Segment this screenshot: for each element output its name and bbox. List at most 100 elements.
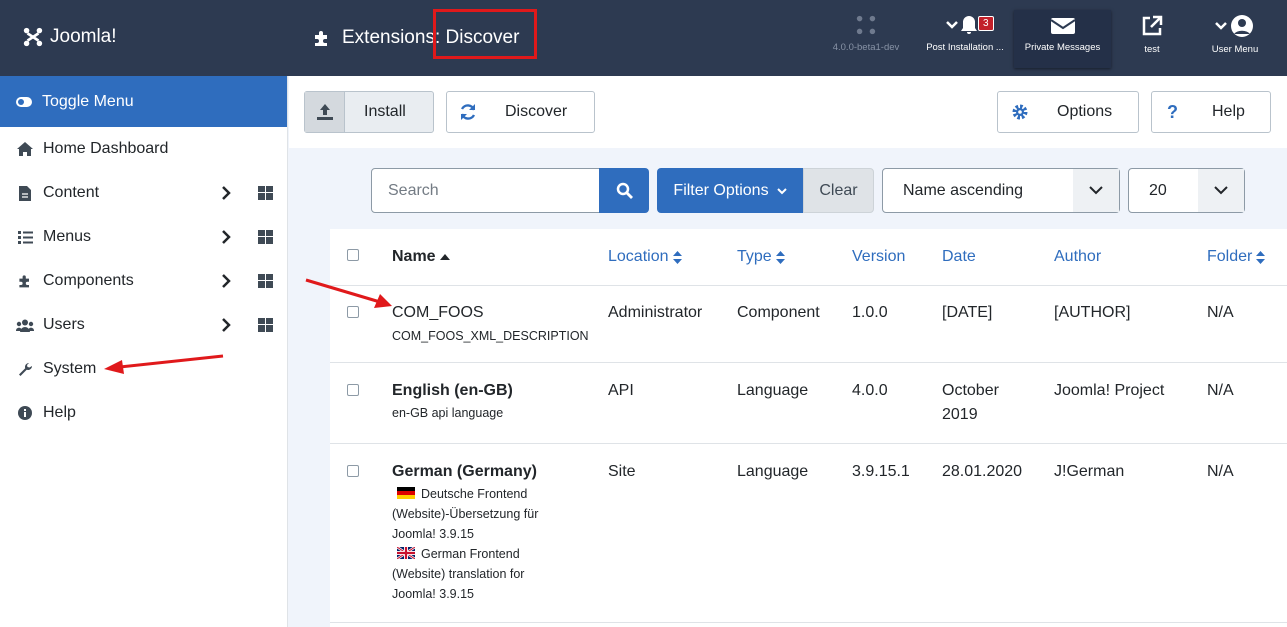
extension-type: Language [737, 382, 809, 399]
chevron-right-icon[interactable] [220, 229, 232, 245]
extension-version: 1.0.0 [852, 304, 888, 321]
extension-description: COM_FOOS_XML_DESCRIPTION [392, 329, 589, 343]
column-header-name[interactable]: Name [392, 248, 450, 266]
post-installation-button[interactable]: 3 Post Installation ... [921, 14, 1009, 53]
column-version-label: Version [852, 248, 906, 265]
extension-version: 3.9.15.1 [852, 463, 910, 480]
options-label: Options [1057, 103, 1113, 120]
search-button[interactable] [599, 168, 649, 213]
search-input[interactable] [371, 168, 600, 213]
sidebar-item-label: Help [43, 404, 76, 421]
chevron-right-icon[interactable] [220, 185, 232, 201]
private-messages-label: Private Messages [1024, 42, 1101, 53]
filter-options-button[interactable]: Filter Options [657, 168, 803, 213]
extension-version: 4.0.0 [852, 382, 888, 399]
sidebar-item-help[interactable]: Help [0, 391, 287, 435]
joomla-logo-icon [23, 27, 43, 47]
extension-date: [DATE] [942, 304, 993, 321]
extension-name: German (Germany) [392, 463, 537, 480]
uk-flag-icon [397, 547, 415, 559]
extension-location: Site [608, 463, 636, 480]
desc-en-line3: Joomla! 3.9.15 [392, 587, 474, 601]
sidebar-item-content[interactable]: Content [0, 171, 287, 215]
site-link-button[interactable]: test [1130, 14, 1174, 55]
column-header-type[interactable]: Type [737, 248, 785, 266]
chevron-down-icon [776, 187, 787, 194]
select-all-checkbox[interactable] [347, 249, 359, 261]
joomla-small-icon [856, 15, 876, 35]
clear-button[interactable]: Clear [803, 168, 874, 213]
extension-name: English (en-GB) [392, 382, 513, 399]
extension-type: Component [737, 304, 820, 321]
extension-name: COM_FOOS [392, 304, 484, 321]
extension-location: API [608, 382, 634, 399]
chevron-down-icon [1198, 169, 1244, 212]
toggle-menu-label: Toggle Menu [42, 92, 134, 110]
joomla-logo[interactable]: Joomla! [22, 26, 117, 48]
install-button[interactable]: Install [304, 91, 434, 133]
options-button[interactable]: Options [997, 91, 1139, 133]
user-menu-button[interactable]: User Menu [1200, 14, 1270, 55]
extension-author: Joomla! Project [1054, 382, 1165, 399]
list-limit-select[interactable]: 20 [1128, 168, 1245, 213]
sort-icon [775, 250, 785, 264]
dashboard-grid-icon[interactable] [258, 186, 273, 200]
row-checkbox[interactable] [347, 306, 359, 318]
sidebar-item-menus[interactable]: Menus [0, 215, 287, 259]
ordering-select[interactable]: Name ascending [882, 168, 1120, 213]
dashboard-grid-icon[interactable] [258, 274, 273, 288]
toolbar: Install Discover Options ? Help [289, 76, 1287, 148]
sidebar-item-label: Users [43, 316, 85, 333]
column-header-date[interactable]: Date [942, 248, 976, 266]
desc-de-line2: (Website)-Übersetzung für [392, 507, 539, 521]
puzzle-icon [315, 31, 327, 46]
file-icon [16, 185, 34, 201]
version-label: 4.0.0-beta1-dev [832, 42, 900, 53]
sort-asc-icon [439, 254, 450, 260]
column-header-folder[interactable]: Folder [1207, 248, 1266, 266]
help-button[interactable]: ? Help [1151, 91, 1271, 133]
column-header-author[interactable]: Author [1054, 248, 1101, 266]
upload-icon [305, 92, 345, 132]
extension-folder: N/A [1207, 382, 1234, 399]
gear-icon [1012, 104, 1028, 120]
desc-de-line3: Joomla! 3.9.15 [392, 527, 474, 541]
row-checkbox[interactable] [347, 384, 359, 396]
annotation-highlight-box [433, 9, 537, 59]
site-label: test [1144, 44, 1160, 55]
toggle-menu-button[interactable]: Toggle Menu [0, 76, 287, 127]
user-icon [1215, 15, 1253, 37]
dashboard-grid-icon[interactable] [258, 318, 273, 332]
post-installation-badge: 3 [978, 16, 994, 31]
chevron-right-icon[interactable] [220, 273, 232, 289]
info-icon [16, 406, 34, 420]
desc-de-line1: Deutsche Frontend [421, 487, 528, 501]
column-header-location[interactable]: Location [608, 248, 682, 266]
column-date-label: Date [942, 248, 976, 265]
extension-folder: N/A [1207, 304, 1234, 321]
dashboard-grid-icon[interactable] [258, 230, 273, 244]
extension-location: Administrator [608, 304, 703, 321]
extension-author: [AUTHOR] [1054, 304, 1131, 321]
sidebar-item-system[interactable]: System [0, 347, 287, 391]
sidebar-item-label: Content [43, 184, 100, 201]
limit-value: 20 [1149, 181, 1167, 199]
discover-label: Discover [505, 103, 568, 120]
sidebar-item-components[interactable]: Components [0, 259, 287, 303]
external-link-icon [1142, 15, 1163, 36]
chevron-right-icon[interactable] [220, 317, 232, 333]
column-header-version[interactable]: Version [852, 248, 905, 266]
sort-icon [672, 250, 682, 264]
search-icon [616, 182, 633, 199]
chevron-down-icon [1073, 169, 1119, 212]
row-checkbox[interactable] [347, 465, 359, 477]
row-divider [330, 285, 1287, 286]
discover-button[interactable]: Discover [446, 91, 595, 133]
extensions-table: Name Location Type Version Date Author F… [330, 229, 1287, 627]
extension-description-de: Deutsche Frontend (Website)-Übersetzung … [392, 484, 538, 604]
extension-author: J!German [1054, 463, 1125, 480]
sidebar-item-users[interactable]: Users [0, 303, 287, 347]
desc-en-line1: German Frontend [421, 547, 520, 561]
private-messages-button[interactable]: Private Messages [1014, 10, 1111, 68]
sidebar-item-home-dashboard[interactable]: Home Dashboard [0, 127, 287, 171]
